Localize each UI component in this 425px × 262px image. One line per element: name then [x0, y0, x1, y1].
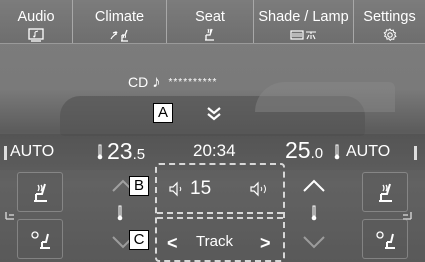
media-source: CD: [128, 74, 149, 90]
temp-decimal: .5: [132, 146, 146, 163]
left-seat-ventilation-button[interactable]: [17, 219, 63, 259]
shade-lamp-icon: [254, 27, 353, 43]
media-title: **********: [168, 77, 218, 88]
thermometer-icon: [97, 144, 103, 160]
divider: [157, 212, 283, 214]
background-dashboard: [255, 82, 395, 112]
callout-b: B: [129, 176, 149, 196]
right-temp-up-arrow[interactable]: [301, 178, 327, 194]
thermometer-icon: [334, 144, 340, 160]
tab-label: Audio: [17, 9, 55, 25]
tab-audio[interactable]: Audio: [0, 0, 73, 43]
thermometer-icon: [311, 205, 317, 221]
tab-settings[interactable]: Settings: [354, 0, 425, 43]
audio-screen-icon: [0, 27, 72, 43]
right-seat-heater-button[interactable]: [362, 172, 408, 212]
track-label: Track: [196, 233, 233, 250]
right-auto-button[interactable]: AUTO: [346, 143, 390, 161]
previous-track-icon[interactable]: <: [167, 233, 178, 254]
auto-indicator: [414, 146, 417, 160]
auto-indicator: [4, 146, 7, 160]
left-temperature[interactable]: 23.5: [107, 138, 145, 165]
now-playing[interactable]: CD ♪ **********: [128, 72, 217, 92]
tab-label: Shade / Lamp: [258, 9, 349, 25]
left-seat-heater-button[interactable]: [17, 172, 63, 212]
seat-heater-icon: [379, 183, 392, 202]
tab-shade-lamp[interactable]: Shade / Lamp: [254, 0, 354, 43]
tab-seat[interactable]: Seat: [167, 0, 254, 43]
temp-decimal: .0: [310, 145, 324, 162]
clock: 20:34: [193, 141, 236, 160]
next-track-icon[interactable]: >: [260, 233, 271, 254]
callout-a: A: [153, 103, 173, 123]
temp-value: 23: [107, 138, 133, 164]
music-note-icon: ♪: [152, 72, 161, 91]
top-menu-bar: Audio Climate Seat Shade / Lamp Settings: [0, 0, 425, 44]
tab-label: Climate: [94, 9, 145, 25]
seat-heater-icon: [167, 27, 253, 43]
seat-airflow-icon: [5, 212, 14, 220]
temp-value: 25: [285, 137, 311, 163]
seat-fan-icon: [376, 231, 395, 249]
callout-c: C: [129, 230, 149, 250]
right-seat-ventilation-button[interactable]: [362, 219, 408, 259]
volume-down-icon[interactable]: [168, 181, 186, 197]
volume-level: 15: [190, 178, 212, 199]
right-temp-down-arrow[interactable]: [301, 234, 327, 250]
gear-icon: [354, 27, 425, 43]
chevron-down-icon[interactable]: [203, 103, 225, 125]
tab-climate[interactable]: Climate: [73, 0, 167, 43]
divider: [157, 217, 283, 219]
tab-label: Seat: [195, 9, 225, 25]
thermometer-icon: [117, 205, 123, 221]
left-auto-button[interactable]: AUTO: [10, 143, 54, 161]
tab-label: Settings: [363, 9, 416, 25]
seat-fan-icon: [31, 231, 50, 249]
right-temperature[interactable]: 25.0: [285, 137, 323, 164]
seat-heater-icon: [34, 183, 47, 202]
volume-up-icon[interactable]: [249, 181, 271, 197]
climate-fan-seat-icon: [73, 27, 166, 43]
